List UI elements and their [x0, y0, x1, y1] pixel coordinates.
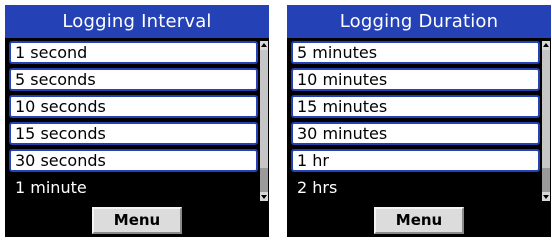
- list-item-1-hr[interactable]: 1 hr: [291, 149, 540, 172]
- list-item-5-minutes[interactable]: 5 minutes: [291, 41, 540, 64]
- scroll-up-arrow-icon[interactable]: [260, 41, 268, 50]
- scroll-thumb[interactable]: [260, 50, 268, 168]
- list-item-15-minutes[interactable]: 15 minutes: [291, 95, 540, 118]
- list-item-5-seconds[interactable]: 5 seconds: [9, 68, 258, 91]
- list-item-15-seconds[interactable]: 15 seconds: [9, 122, 258, 145]
- scroll-up-arrow-icon[interactable]: [542, 41, 550, 50]
- scroll-down-arrow-icon[interactable]: [542, 192, 550, 201]
- menu-button[interactable]: Menu: [374, 207, 464, 234]
- logging-duration-screen: Logging Duration 5 minutes 10 minutes 15…: [287, 5, 551, 237]
- list-item-30-seconds[interactable]: 30 seconds: [9, 149, 258, 172]
- list-item-10-seconds[interactable]: 10 seconds: [9, 95, 258, 118]
- list-item-1-minute-selected[interactable]: 1 minute: [9, 176, 258, 199]
- screen-title: Logging Duration: [287, 5, 551, 38]
- screen-title: Logging Interval: [5, 5, 269, 38]
- list-item-2-hrs-selected[interactable]: 2 hrs: [291, 176, 540, 199]
- list-item-1-second[interactable]: 1 second: [9, 41, 258, 64]
- scroll-thumb[interactable]: [542, 50, 550, 168]
- footer-bar: Menu: [5, 204, 269, 237]
- scrollbar[interactable]: [260, 41, 268, 201]
- option-list: 1 second 5 seconds 10 seconds 15 seconds…: [5, 38, 269, 204]
- logging-interval-screen: Logging Interval 1 second 5 seconds 10 s…: [5, 5, 269, 237]
- scrollbar[interactable]: [542, 41, 550, 201]
- option-list: 5 minutes 10 minutes 15 minutes 30 minut…: [287, 38, 551, 204]
- list-item-30-minutes[interactable]: 30 minutes: [291, 122, 540, 145]
- list-item-10-minutes[interactable]: 10 minutes: [291, 68, 540, 91]
- menu-button[interactable]: Menu: [92, 207, 182, 234]
- scroll-down-arrow-icon[interactable]: [260, 192, 268, 201]
- footer-bar: Menu: [287, 204, 551, 237]
